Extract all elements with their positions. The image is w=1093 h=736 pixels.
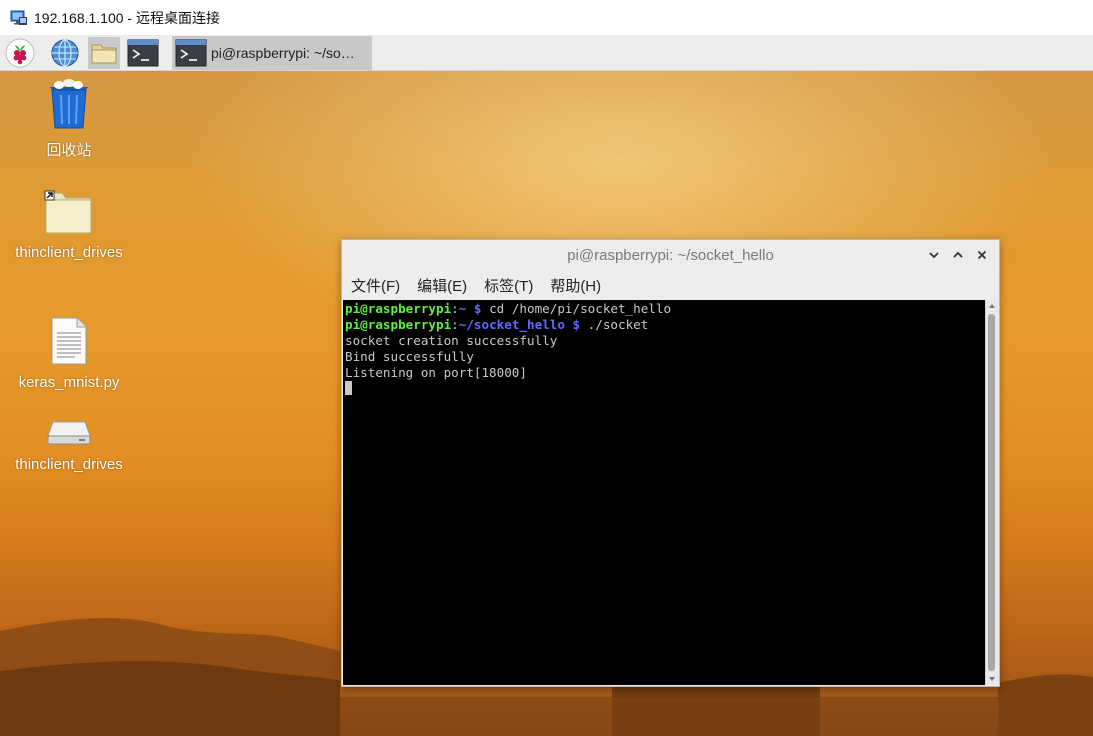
terminal-line: pi@raspberrypi:~/socket_hello $ ./socket bbox=[345, 317, 985, 333]
terminal-window[interactable]: pi@raspberrypi: ~/socket_hello 文件(F) 编辑(… bbox=[341, 239, 1000, 687]
scroll-down-arrow-icon[interactable] bbox=[989, 677, 995, 681]
terminal-title: pi@raspberrypi: ~/socket_hello bbox=[567, 246, 774, 264]
desktop-icon-keras-mnist[interactable]: keras_mnist.py bbox=[0, 316, 138, 391]
terminal-line bbox=[345, 381, 985, 397]
taskbar-window-label: pi@raspberrypi: ~/so… bbox=[211, 45, 355, 61]
desktop[interactable]: 回收站 thinclient_drives keras_mnist.py thi… bbox=[0, 71, 1093, 736]
desktop-icon-label: thinclient_drives bbox=[15, 244, 123, 261]
scroll-up-arrow-icon[interactable] bbox=[989, 304, 995, 308]
chevron-up-icon bbox=[953, 251, 963, 258]
terminal-line: pi@raspberrypi:~ $ cd /home/pi/socket_he… bbox=[345, 301, 985, 317]
terminal-icon bbox=[127, 39, 159, 67]
menu-edit[interactable]: 编辑(E) bbox=[417, 275, 467, 296]
prompt-user: pi@raspberrypi bbox=[345, 317, 452, 332]
folder-shortcut-icon bbox=[44, 190, 92, 234]
maximize-button[interactable] bbox=[949, 246, 967, 264]
command-text: cd /home/pi/socket_hello bbox=[481, 301, 672, 316]
window-title: 192.168.1.100 - 远程桌面连接 bbox=[34, 9, 220, 26]
chevron-down-icon bbox=[929, 252, 939, 259]
terminal-output[interactable]: pi@raspberrypi:~ $ cd /home/pi/socket_he… bbox=[343, 300, 985, 685]
terminal-line: Listening on port[18000] bbox=[345, 365, 527, 380]
drive-icon bbox=[47, 421, 91, 445]
raspberry-pi-menu-icon bbox=[5, 38, 35, 68]
terminal-line: socket creation successfully bbox=[345, 333, 558, 348]
terminal-menu-bar: 文件(F) 编辑(E) 标签(T) 帮助(H) bbox=[342, 270, 999, 300]
terminal-line: Bind successfully bbox=[345, 349, 474, 364]
command-text: ./socket bbox=[580, 317, 649, 332]
terminal-scrollbar[interactable] bbox=[985, 300, 998, 685]
file-manager-launcher[interactable] bbox=[88, 37, 120, 69]
minimize-button[interactable] bbox=[925, 246, 943, 264]
close-icon bbox=[977, 250, 987, 260]
prompt-colon: : bbox=[451, 317, 459, 332]
desktop-icon-thinclient-folder[interactable]: thinclient_drives bbox=[0, 190, 138, 261]
menu-tabs[interactable]: 标签(T) bbox=[484, 275, 533, 296]
web-browser-globe-icon bbox=[51, 39, 79, 67]
terminal-launcher[interactable] bbox=[127, 37, 159, 69]
file-manager-folder-icon bbox=[91, 44, 117, 64]
raspberry-menu-button[interactable] bbox=[4, 37, 36, 69]
desktop-icon-label: thinclient_drives bbox=[15, 456, 123, 473]
prompt-path: ~ $ bbox=[458, 301, 482, 316]
close-button[interactable] bbox=[973, 246, 991, 264]
web-browser-launcher[interactable] bbox=[49, 37, 81, 69]
desktop-icon-thinclient-drive[interactable]: thinclient_drives bbox=[0, 416, 138, 473]
desktop-icon-label: 回收站 bbox=[46, 142, 92, 159]
text-cursor bbox=[345, 381, 352, 395]
prompt-colon: : bbox=[451, 301, 459, 316]
prompt-user: pi@raspberrypi bbox=[345, 301, 452, 316]
scrollbar-thumb[interactable] bbox=[988, 314, 995, 671]
menu-help[interactable]: 帮助(H) bbox=[550, 275, 601, 296]
desktop-icon-label: keras_mnist.py bbox=[18, 374, 120, 391]
terminal-icon bbox=[175, 39, 207, 67]
taskbar-terminal-window[interactable]: pi@raspberrypi: ~/so… bbox=[172, 36, 372, 70]
text-file-icon bbox=[51, 317, 87, 365]
taskbar-panel: pi@raspberrypi: ~/so… bbox=[0, 35, 1093, 71]
trash-bin-icon bbox=[50, 79, 88, 129]
rdp-title-bar[interactable]: 192.168.1.100 - 远程桌面连接 bbox=[0, 0, 1093, 35]
prompt-path: ~/socket_hello $ bbox=[458, 317, 581, 332]
menu-file[interactable]: 文件(F) bbox=[351, 275, 400, 296]
terminal-title-bar[interactable]: pi@raspberrypi: ~/socket_hello bbox=[342, 240, 999, 270]
desktop-icon-trash[interactable]: 回收站 bbox=[0, 79, 138, 160]
remote-desktop-icon bbox=[10, 10, 27, 25]
